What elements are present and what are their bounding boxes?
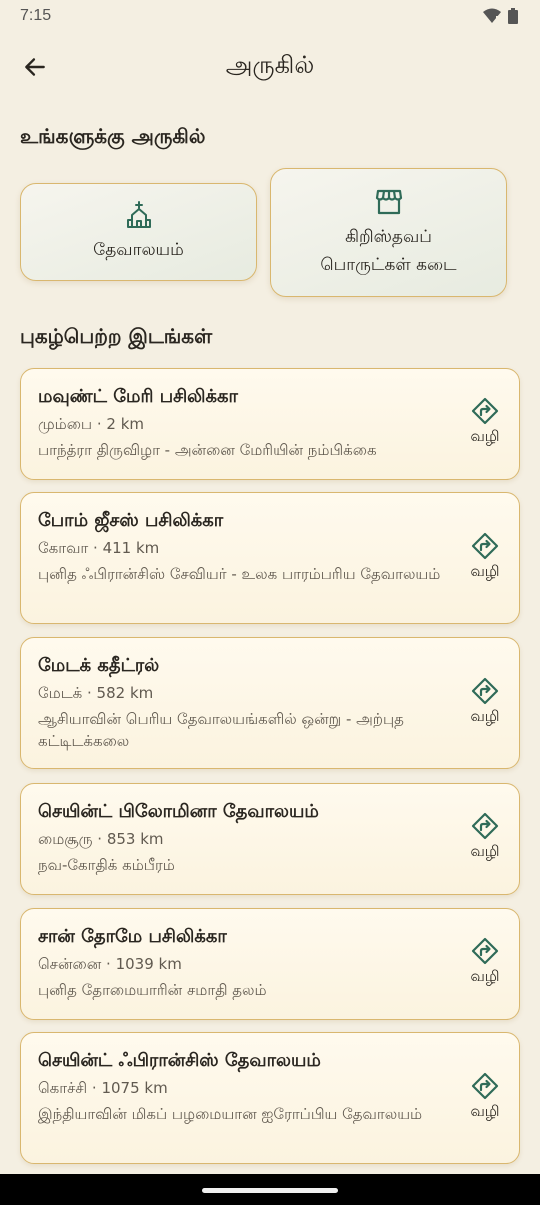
nearby-heading: உங்களுக்கு அருகில்	[20, 124, 206, 148]
directions-icon	[471, 397, 499, 425]
directions-icon	[471, 1072, 499, 1100]
place-meta: மைசூரு · 853 km	[38, 830, 164, 848]
directions-label: வழி	[470, 842, 500, 860]
place-name: சான் தோமே பசிலிக்கா	[38, 926, 227, 947]
place-info: போம் ஜீசஸ் பசிலிக்கா கோவா · 411 km புனித…	[38, 507, 458, 585]
place-card[interactable]: செயின்ட் பிலோமினா தேவாலயம் மைசூரு · 853 …	[20, 783, 520, 895]
status-icons	[482, 8, 518, 24]
battery-icon	[508, 8, 518, 24]
arrow-back-icon	[25, 58, 45, 76]
directions-icon	[471, 677, 499, 705]
status-time: 7:15	[20, 7, 52, 24]
place-card[interactable]: மவுண்ட் மேரி பசிலிக்கா மும்பை · 2 km பாந…	[20, 368, 520, 480]
place-name: மவுண்ட் மேரி பசிலிக்கா	[38, 386, 238, 407]
directions-icon	[471, 937, 499, 965]
famous-places-heading: புகழ்பெற்ற இடங்கள்	[20, 324, 213, 348]
place-meta: மும்பை · 2 km	[38, 415, 144, 433]
home-indicator[interactable]	[202, 1188, 338, 1193]
directions-button[interactable]: வழி	[465, 937, 505, 987]
place-info: மவுண்ட் மேரி பசிலிக்கா மும்பை · 2 km பாந…	[38, 383, 458, 461]
app-bar: அருகில்	[0, 38, 540, 94]
status-bar: 7:15	[0, 0, 540, 32]
place-info: செயின்ட் ஃபிரான்சிஸ் தேவாலயம் கொச்சி · 1…	[38, 1047, 458, 1125]
place-description: ஆசியாவின் பெரிய தேவாலயங்களில் ஒன்று - அற…	[38, 710, 404, 750]
place-card[interactable]: மேடக் கதீட்ரல் மேடக் · 582 km ஆசியாவின் …	[20, 637, 520, 769]
directions-button[interactable]: வழி	[465, 677, 505, 727]
place-meta: கொச்சி · 1075 km	[38, 1079, 168, 1097]
place-info: சான் தோமே பசிலிக்கா சென்னை · 1039 km புன…	[38, 923, 458, 1001]
directions-button[interactable]: வழி	[465, 1072, 505, 1122]
place-meta: மேடக் · 582 km	[38, 684, 154, 702]
back-button[interactable]	[18, 50, 52, 84]
category-store-label: கிறிஸ்தவப் பொருட்கள் கடை	[320, 226, 457, 275]
place-info: செயின்ட் பிலோமினா தேவாலயம் மைசூரு · 853 …	[38, 798, 458, 876]
category-church-button[interactable]: தேவாலயம்	[20, 183, 257, 281]
directions-label: வழி	[470, 707, 500, 725]
directions-label: வழி	[470, 1102, 500, 1120]
place-name: மேடக் கதீட்ரல்	[38, 655, 160, 676]
place-description: நவ-கோதிக் கம்பீரம்	[38, 856, 175, 874]
directions-button[interactable]: வழி	[465, 812, 505, 862]
directions-label: வழி	[470, 427, 500, 445]
store-icon	[375, 189, 402, 214]
place-card[interactable]: போம் ஜீசஸ் பசிலிக்கா கோவா · 411 km புனித…	[20, 492, 520, 624]
wifi-icon	[483, 8, 501, 23]
place-description: புனித தோமையாரின் சமாதி தலம்	[38, 981, 267, 999]
page-title: அருகில்	[225, 50, 315, 79]
place-name: செயின்ட் ஃபிரான்சிஸ் தேவாலயம்	[38, 1050, 321, 1071]
church-icon	[126, 201, 151, 228]
category-store-button[interactable]: கிறிஸ்தவப் பொருட்கள் கடை	[270, 168, 507, 297]
place-description: பாந்த்ரா திருவிழா - அன்னை மேரியின் நம்பி…	[38, 441, 377, 459]
place-meta: கோவா · 411 km	[38, 539, 160, 557]
place-name: செயின்ட் பிலோமினா தேவாலயம்	[38, 801, 319, 822]
system-nav-bar	[0, 1174, 540, 1205]
place-description: புனித ஃபிரான்சிஸ் சேவியர் - உலக பாரம்பரி…	[38, 565, 441, 583]
directions-icon	[471, 532, 499, 560]
directions-label: வழி	[470, 967, 500, 985]
directions-button[interactable]: வழி	[465, 397, 505, 447]
place-description: இந்தியாவின் மிகப் பழமையான ஐரோப்பிய தேவால…	[38, 1105, 423, 1123]
directions-button[interactable]: வழி	[465, 532, 505, 582]
directions-label: வழி	[470, 562, 500, 580]
place-card[interactable]: சான் தோமே பசிலிக்கா சென்னை · 1039 km புன…	[20, 908, 520, 1020]
category-church-label: தேவாலயம்	[93, 240, 184, 260]
place-info: மேடக் கதீட்ரல் மேடக் · 582 km ஆசியாவின் …	[38, 652, 458, 752]
directions-icon	[471, 812, 499, 840]
place-meta: சென்னை · 1039 km	[38, 955, 182, 973]
place-card[interactable]: செயின்ட் ஃபிரான்சிஸ் தேவாலயம் கொச்சி · 1…	[20, 1032, 520, 1164]
place-name: போம் ஜீசஸ் பசிலிக்கா	[38, 510, 224, 531]
